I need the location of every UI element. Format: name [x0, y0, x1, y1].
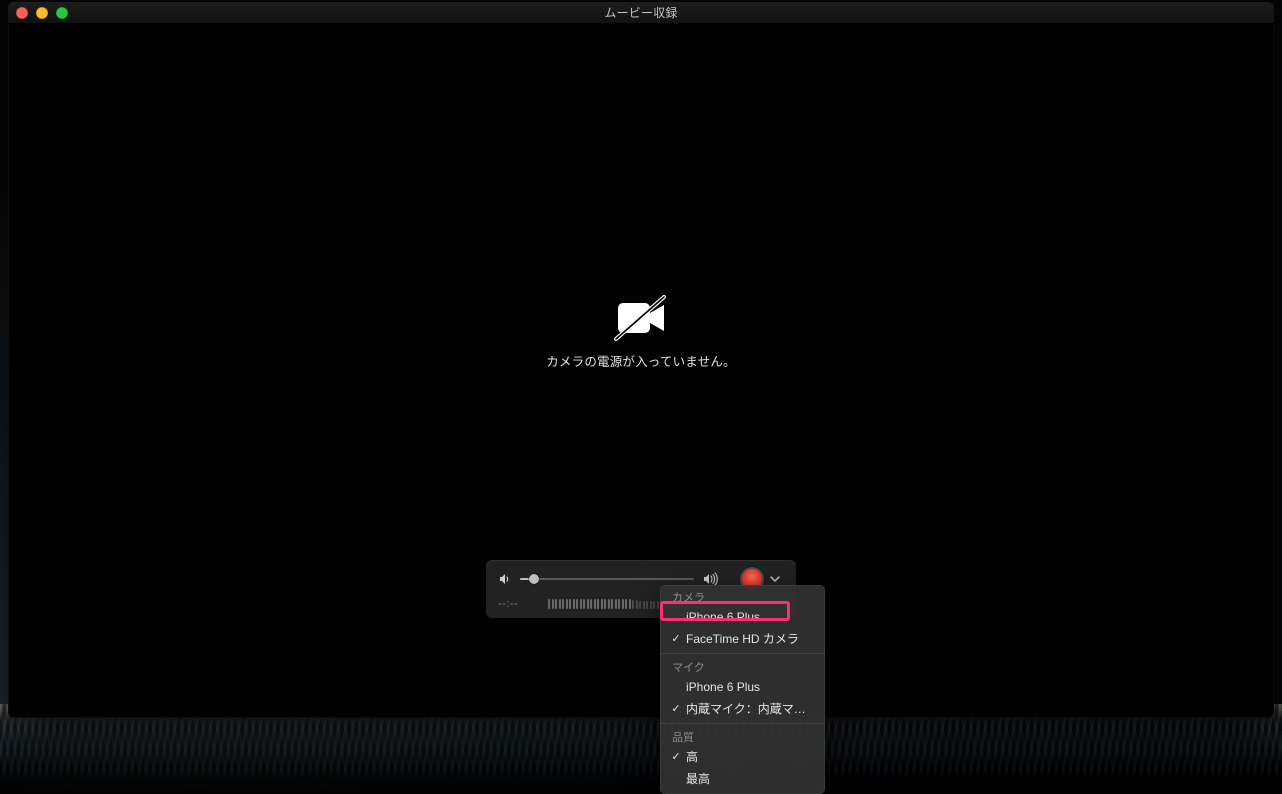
- close-button[interactable]: [16, 7, 28, 19]
- elapsed-time: --:--: [498, 598, 538, 610]
- menu-item[interactable]: ✓FaceTime HD カメラ: [660, 628, 825, 650]
- camera-off-icon: [610, 293, 672, 343]
- volume-slider[interactable]: [520, 578, 694, 580]
- menu-item[interactable]: ✓高: [660, 746, 825, 768]
- menu-item[interactable]: 最高: [660, 768, 825, 790]
- menu-item-label: 最高: [686, 770, 815, 788]
- movie-recording-window: ムービー収録 カメラの電源が入っていません。: [8, 2, 1274, 718]
- window-title: ムービー収録: [604, 4, 677, 21]
- volume-high-icon: [702, 572, 720, 586]
- menu-item[interactable]: iPhone 6 Plus: [660, 606, 825, 628]
- camera-off-text: カメラの電源が入っていません。: [546, 351, 736, 370]
- recording-options-menu: カメラiPhone 6 Plus✓FaceTime HD カメラマイクiPhon…: [660, 585, 825, 794]
- menu-section-title: カメラ: [660, 587, 825, 606]
- menu-item-label: iPhone 6 Plus: [686, 678, 815, 696]
- menu-item-label: FaceTime HD カメラ: [686, 630, 815, 648]
- zoom-button[interactable]: [56, 7, 68, 19]
- minimize-button[interactable]: [36, 7, 48, 19]
- check-icon: ✓: [670, 630, 682, 648]
- titlebar: ムービー収録: [8, 2, 1274, 24]
- menu-item-label: iPhone 6 Plus: [686, 608, 815, 626]
- menu-item[interactable]: iPhone 6 Plus: [660, 676, 825, 698]
- volume-thumb[interactable]: [529, 574, 539, 584]
- check-icon: ✓: [670, 748, 682, 766]
- menu-section-title: 品質: [660, 727, 825, 746]
- check-icon: ✓: [670, 700, 682, 718]
- menu-separator: [660, 723, 825, 724]
- menu-item-label: 高: [686, 748, 815, 766]
- chevron-down-icon: [770, 574, 780, 584]
- volume-low-icon: [498, 572, 512, 586]
- menu-item[interactable]: ✓内蔵マイク：内蔵マイク: [660, 698, 825, 720]
- menu-section-title: マイク: [660, 657, 825, 676]
- menu-separator: [660, 653, 825, 654]
- window-controls: [16, 2, 68, 24]
- camera-off-message: カメラの電源が入っていません。: [546, 293, 736, 370]
- menu-item-label: 内蔵マイク：内蔵マイク: [686, 700, 815, 718]
